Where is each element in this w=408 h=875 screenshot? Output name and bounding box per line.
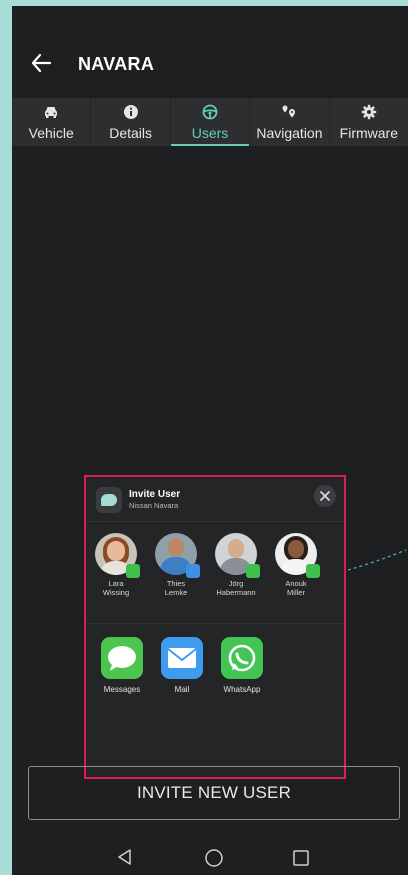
share-target-label: Messages <box>103 685 141 694</box>
contact-first-name: Thies <box>166 579 186 588</box>
contact-last-name: Wissing <box>102 588 130 597</box>
close-icon <box>320 491 330 501</box>
contact-item[interactable]: Thies Lemke <box>146 533 206 597</box>
suggested-contacts: Lara Wissing Thies Lemke Jörg Habermann … <box>86 533 344 615</box>
tab-bar: Vehicle Details Users Navigation Firmwar… <box>12 98 408 146</box>
tab-navigation[interactable]: Navigation <box>250 98 330 146</box>
gear-icon <box>361 104 377 120</box>
whatsapp-icon <box>221 637 263 679</box>
share-sheet-header: Invite User Nissan Navara <box>86 477 344 522</box>
contact-first-name: Lara <box>108 579 124 588</box>
avatar <box>155 533 200 578</box>
nav-recent-apps-icon[interactable] <box>292 849 310 867</box>
contact-last-name: Miller <box>287 588 305 597</box>
share-sheet-title: Invite User <box>129 489 181 500</box>
tab-users[interactable]: Users <box>170 98 251 146</box>
contact-item[interactable]: Jörg Habermann <box>206 533 266 597</box>
tab-label: Users <box>191 125 229 141</box>
close-button[interactable] <box>314 485 336 507</box>
contact-name: Thies Lemke <box>146 579 206 597</box>
arrow-left-icon[interactable] <box>30 52 52 74</box>
steering-wheel-icon <box>202 104 218 120</box>
app-logo-icon <box>96 487 122 513</box>
app-screen: NAVARA Vehicle Details Users Navigation … <box>12 6 408 875</box>
nav-back-icon[interactable] <box>116 848 134 866</box>
share-targets: Messages Mail WhatsApp <box>86 637 344 717</box>
messages-icon <box>101 637 143 679</box>
contact-last-name: Lemke <box>164 588 188 597</box>
contact-first-name: Anouk <box>285 579 307 588</box>
nav-home-icon[interactable] <box>204 848 224 868</box>
info-icon <box>123 105 138 119</box>
page-title: NAVARA <box>78 54 155 74</box>
mail-icon <box>161 637 203 679</box>
share-sheet-subtitle: Nissan Navara <box>129 501 179 510</box>
share-target-mail[interactable]: Mail <box>152 637 212 694</box>
system-nav-bar <box>12 840 408 875</box>
tab-details[interactable]: Details <box>91 98 171 146</box>
share-target-label: WhatsApp <box>223 685 261 694</box>
tab-label: Navigation <box>256 125 323 141</box>
whatsapp-icon <box>126 564 140 578</box>
car-icon <box>45 107 58 118</box>
tab-label: Details <box>109 125 152 141</box>
contact-name: Jörg Habermann <box>206 579 266 597</box>
share-target-label: Mail <box>174 685 190 694</box>
invite-share-sheet: Invite User Nissan Navara Lara Wissing T… <box>84 475 346 779</box>
mail-icon <box>186 564 200 578</box>
avatar <box>215 533 260 578</box>
tab-label: Firmware <box>339 125 398 141</box>
map-pins-icon <box>282 105 296 118</box>
contact-last-name: Habermann <box>216 588 256 597</box>
whatsapp-icon <box>306 564 320 578</box>
share-target-whatsapp[interactable]: WhatsApp <box>212 637 272 694</box>
contact-item[interactable]: Anouk Miller <box>266 533 326 597</box>
contact-item[interactable]: Lara Wissing <box>86 533 146 597</box>
divider <box>86 623 344 624</box>
share-target-messages[interactable]: Messages <box>92 637 152 694</box>
whatsapp-icon <box>246 564 260 578</box>
contact-name: Anouk Miller <box>266 579 326 597</box>
invite-new-user-button[interactable]: INVITE NEW USER <box>28 766 400 820</box>
tab-label: Vehicle <box>28 125 74 141</box>
app-bar: NAVARA <box>12 6 408 96</box>
decorative-curve <box>348 549 407 571</box>
avatar <box>275 533 320 578</box>
tab-firmware[interactable]: Firmware <box>330 98 408 146</box>
avatar <box>95 533 140 578</box>
contact-name: Lara Wissing <box>86 579 146 597</box>
contact-first-name: Jörg <box>228 579 244 588</box>
tab-vehicle[interactable]: Vehicle <box>12 98 92 146</box>
